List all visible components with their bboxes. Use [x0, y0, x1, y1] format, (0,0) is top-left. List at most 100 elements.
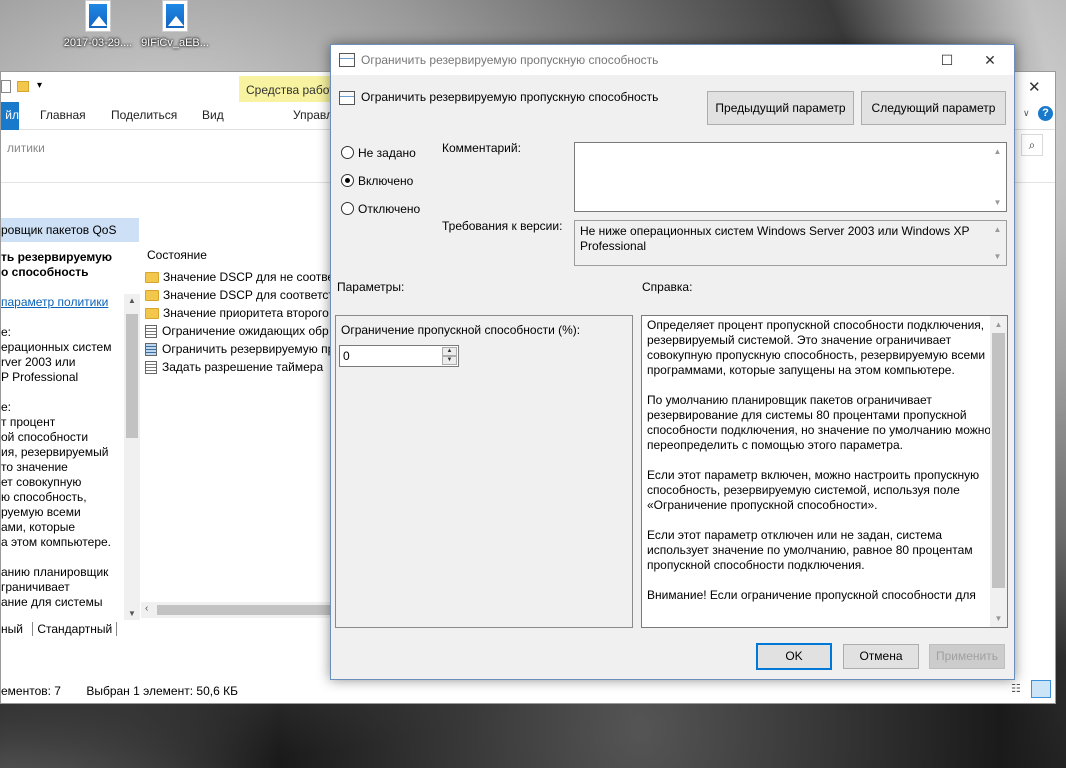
search-icon[interactable]: ⌕ [1021, 134, 1043, 156]
close-icon[interactable]: ✕ [968, 45, 1012, 75]
bandwidth-limit-label: Ограничение пропускной способности (%): [341, 323, 581, 337]
scroll-up-icon[interactable]: ▲ [128, 296, 136, 305]
previous-setting-button[interactable]: Предыдущий параметр [707, 91, 854, 125]
scroll-up-icon[interactable]: ▲ [989, 221, 1006, 238]
radio-not-configured[interactable] [341, 146, 354, 159]
help-scrollbar[interactable]: ▲ ▼ [990, 316, 1007, 627]
policy-setting-dialog: Ограничить резервируемую пропускную спос… [330, 44, 1015, 680]
help-panel: Определяет процент пропускной способност… [641, 315, 1008, 628]
close-icon[interactable]: ✕ [1028, 78, 1041, 96]
tab-manage[interactable]: Управл [293, 108, 333, 122]
requirements-text: ерационных систем rver 2003 или P Profes… [1, 340, 112, 384]
scroll-down-icon[interactable]: ▼ [989, 248, 1006, 265]
policy-setting-icon [145, 342, 157, 356]
apply-button[interactable]: Применить [929, 644, 1005, 669]
policy-name: Ограничить резервируемую пропускную спос… [361, 90, 659, 104]
large-icons-view-icon[interactable] [1031, 680, 1051, 698]
list-item[interactable]: Значение DSCP для не соответ [145, 268, 333, 286]
stepper-buttons: ▲ ▼ [442, 347, 457, 365]
policy-setting-icon [145, 360, 157, 374]
ok-button[interactable]: OK [756, 643, 832, 670]
new-folder-icon[interactable] [17, 81, 29, 92]
stepper-up-icon[interactable]: ▲ [442, 347, 457, 356]
image-file-icon [85, 0, 111, 32]
tab-standard[interactable]: Стандартный [32, 622, 118, 636]
list-item[interactable]: Значение приоритета второго [145, 304, 333, 322]
description-label: е: [1, 400, 12, 414]
options-label: Параметры: [337, 280, 405, 294]
maximize-icon[interactable]: ☐ [925, 45, 969, 75]
horizontal-scrollbar[interactable]: ‹ [141, 602, 333, 618]
extended-description: ть резервируемую о способность параметр … [1, 250, 125, 622]
dialog-titlebar[interactable]: Ограничить резервируемую пропускную спос… [331, 45, 1014, 75]
chevron-down-icon[interactable]: ∨ [1023, 108, 1030, 119]
bandwidth-limit-value: 0 [343, 349, 350, 363]
chevron-down-icon[interactable]: ▾ [37, 80, 42, 91]
list-item-selected[interactable]: Ограничить резервируемую пр [145, 340, 333, 358]
edit-policy-link[interactable]: параметр политики [1, 295, 108, 309]
policy-setting-icon [339, 91, 355, 105]
cancel-button[interactable]: Отмена [843, 644, 919, 669]
scroll-thumb[interactable] [157, 605, 333, 615]
status-selected: Выбран 1 элемент: 50,6 КБ [86, 684, 238, 698]
folder-icon [145, 271, 159, 283]
list-item-label: Ограничить резервируемую пр [162, 342, 333, 356]
list-item[interactable]: Задать разрешение таймера [145, 358, 333, 376]
list-item-label: Ограничение ожидающих обр [162, 324, 329, 338]
scroll-left-icon[interactable]: ‹ [145, 603, 148, 614]
requirements-label: е: [1, 325, 12, 339]
scroll-thumb[interactable] [126, 314, 138, 438]
comment-label: Комментарий: [442, 141, 521, 155]
tab-view[interactable]: Вид [202, 108, 224, 122]
bandwidth-limit-stepper[interactable]: 0 ▲ ▼ [339, 345, 459, 367]
tab-extended[interactable]: ный [1, 622, 23, 636]
comment-textarea[interactable]: ▲ ▼ [574, 142, 1007, 212]
policy-title: ть резервируемую о способность [1, 250, 112, 279]
help-text: Определяет процент пропускной способност… [647, 318, 992, 602]
desktop-icon-label: 9IFiCv_aEB... [141, 37, 209, 49]
radio-not-configured-label[interactable]: Не задано [358, 146, 416, 160]
scroll-down-icon[interactable]: ▼ [989, 194, 1006, 211]
scroll-down-icon[interactable]: ▼ [128, 609, 136, 618]
tab-home[interactable]: Главная [40, 108, 86, 122]
image-file-icon [162, 0, 188, 32]
properties-icon[interactable] [1, 80, 11, 93]
column-header-state[interactable]: Состояние [147, 248, 207, 262]
radio-disabled[interactable] [341, 202, 354, 215]
description-text-2: анию планировщик граничивает ание для си… [1, 565, 109, 609]
supported-on-text: Не ниже операционных систем Windows Serv… [580, 224, 970, 253]
help-label: Справка: [642, 280, 693, 294]
options-panel: Ограничение пропускной способности (%): … [335, 315, 633, 628]
tab-share[interactable]: Поделиться [111, 108, 177, 122]
scroll-thumb[interactable] [992, 333, 1005, 588]
supported-scrollbar[interactable]: ▲ ▼ [989, 221, 1006, 265]
radio-enabled-label[interactable]: Включено [358, 174, 413, 188]
radio-enabled[interactable] [341, 174, 354, 187]
desktop-icon-label: 2017-03-29.... [63, 37, 133, 49]
scroll-up-icon[interactable]: ▲ [989, 143, 1006, 160]
scroll-up-icon[interactable]: ▲ [990, 316, 1007, 333]
left-pane-header: ровщик пакетов QoS [1, 218, 139, 242]
dialog-title: Ограничить резервируемую пропускную спос… [361, 53, 659, 67]
list-item[interactable]: Ограничение ожидающих обр [145, 322, 333, 340]
policy-list: Значение DSCP для не соответ Значение DS… [145, 268, 333, 376]
comment-scrollbar[interactable]: ▲ ▼ [989, 143, 1006, 211]
desktop-icon-image-2[interactable]: 9IFiCv_aEB... [140, 0, 210, 49]
status-item-count: ементов: 7 [1, 684, 61, 698]
scroll-down-icon[interactable]: ▼ [990, 610, 1007, 627]
tab-file[interactable]: йл [1, 102, 19, 130]
desktop-icon-image-1[interactable]: 2017-03-29.... [63, 0, 133, 49]
details-view-icon[interactable]: ☷ [1011, 682, 1021, 695]
next-setting-button[interactable]: Следующий параметр [861, 91, 1006, 125]
left-pane-scrollbar[interactable]: ▲ ▼ [124, 294, 140, 620]
supported-on-field: Не ниже операционных систем Windows Serv… [574, 220, 1007, 266]
help-icon[interactable]: ? [1038, 106, 1053, 121]
list-item-label: Задать разрешение таймера [162, 360, 324, 374]
supported-on-label: Требования к версии: [442, 219, 563, 233]
folder-icon [145, 307, 159, 319]
stepper-down-icon[interactable]: ▼ [442, 356, 457, 365]
radio-disabled-label[interactable]: Отключено [358, 202, 420, 216]
list-item[interactable]: Значение DSCP для соответств [145, 286, 333, 304]
context-tab-tools[interactable]: Средства работы [239, 76, 339, 104]
view-tabs: ный Стандартный [1, 622, 118, 636]
